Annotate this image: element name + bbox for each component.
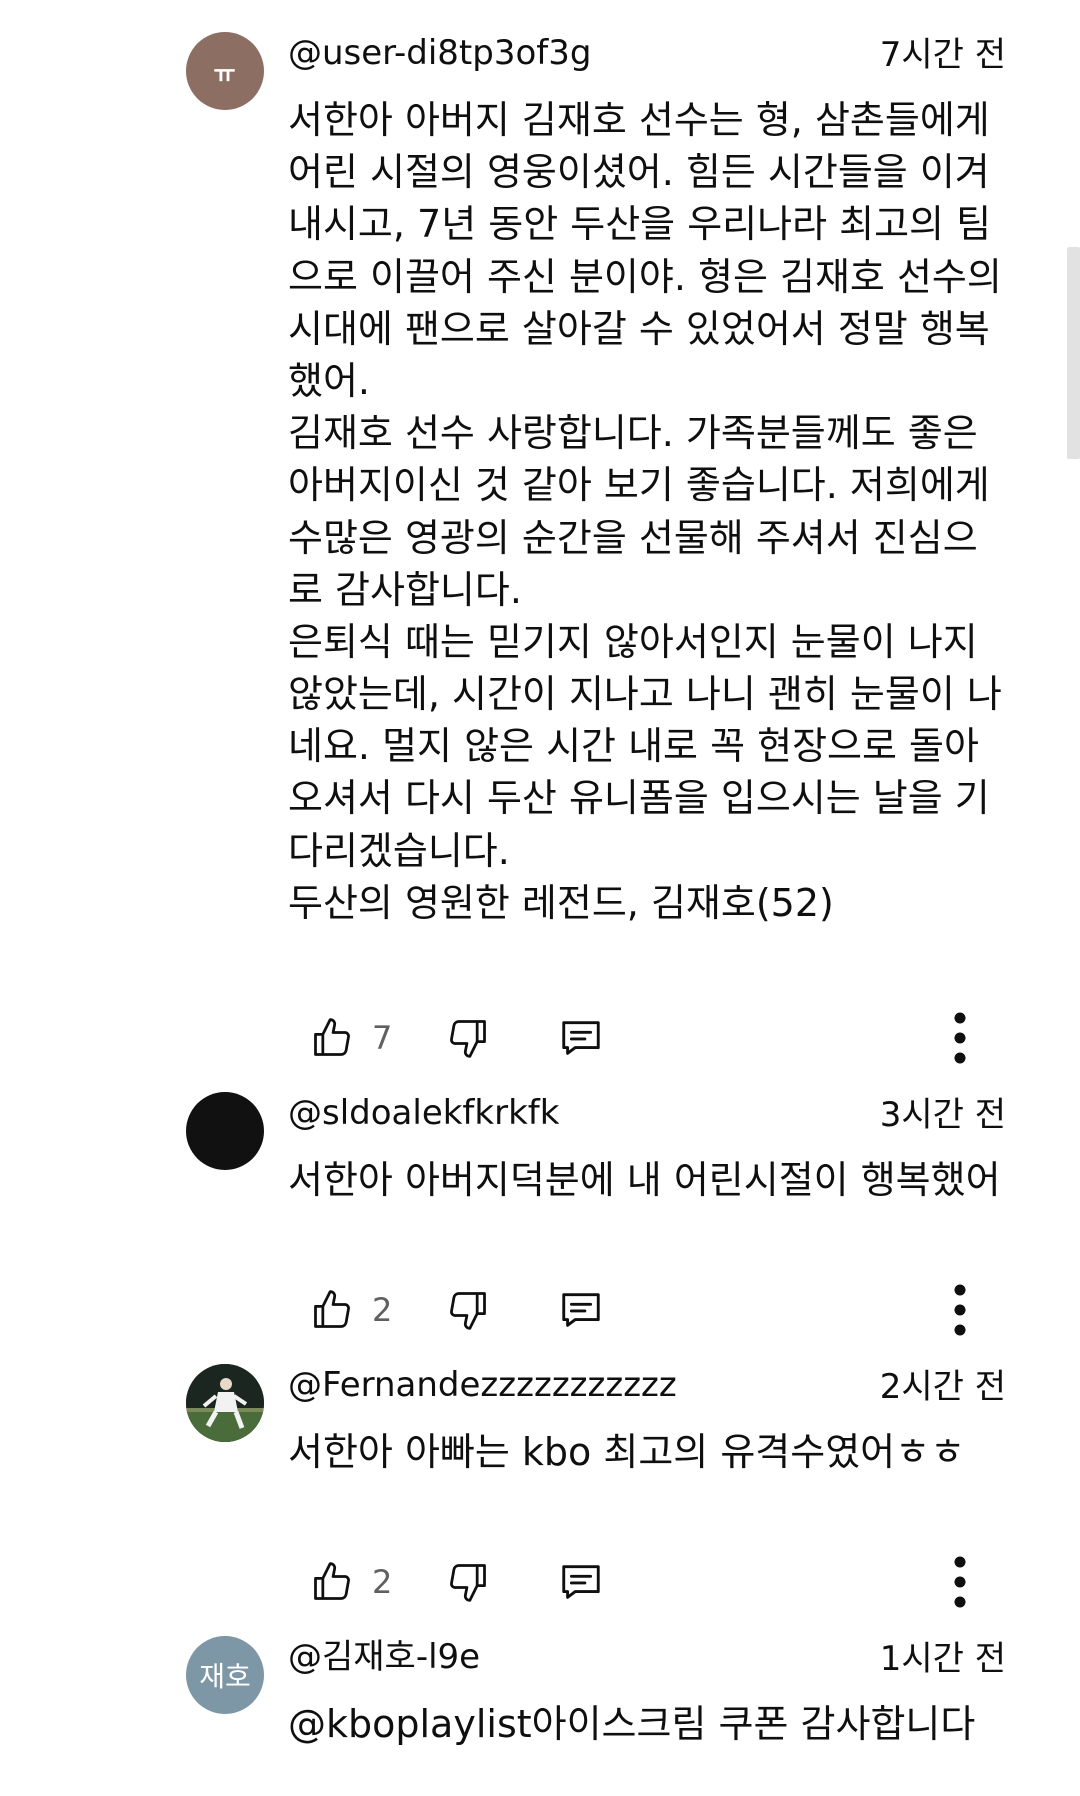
comment-text: 서한아 아버지덕분에 내 어린시절이 행복했어 <box>288 1154 1001 1206</box>
avatar[interactable]: ㅠ <box>186 32 264 110</box>
thumb-down-icon <box>446 1288 490 1332</box>
comment-line: 아버지이신 것 같아 보기 좋습니다. 저희에게 <box>288 463 990 508</box>
like-count: 2 <box>372 1291 393 1329</box>
comment-line: 않았는데, 시간이 지나고 나니 괜히 눈물이 나 <box>288 672 1002 717</box>
comment-line: 로 감사합니다. <box>288 567 522 612</box>
like-button[interactable]: 2 <box>310 1280 392 1340</box>
like-count: 2 <box>372 1563 393 1601</box>
more-vert-icon <box>940 1552 980 1612</box>
comment-line: 으로 이끌어 주신 분이야. 형은 김재호 선수의 <box>288 254 1002 299</box>
comment-line: 서한아 아빠는 kbo 최고의 유격수였어ㅎㅎ <box>288 1430 966 1474</box>
more-vert-icon <box>940 1008 980 1068</box>
avatar[interactable] <box>186 1364 264 1442</box>
comment-line: 시대에 팬으로 살아갈 수 있었어서 정말 행복 <box>288 306 990 351</box>
comment-text: 서한아 아빠는 kbo 최고의 유격수였어ㅎㅎ <box>288 1426 965 1478</box>
avatar-initials: 재호 <box>199 1660 251 1693</box>
comment-time: 1시간 전 <box>879 1639 1006 1679</box>
comment-line: 두산의 영원한 레전드, 김재호(52) <box>288 880 834 925</box>
comment-text: @kboplaylist아이스크림 쿠폰 감사합니다 <box>288 1698 975 1750</box>
reply-icon <box>558 1015 604 1061</box>
comment-line: 했어. <box>288 358 370 403</box>
comment-line: 다리겠습니다. <box>288 828 510 873</box>
like-button[interactable]: 2 <box>310 1552 392 1612</box>
dislike-button[interactable] <box>446 1280 490 1340</box>
comment-line: 서한아 아버지덕분에 내 어린시절이 행복했어 <box>288 1158 1001 1202</box>
comment-line: 김재호 선수 사랑합니다. 가족분들께도 좋은 <box>288 411 978 456</box>
comment-author[interactable]: @user-di8tp3of3g <box>288 32 591 74</box>
thumb-up-icon <box>310 1288 354 1332</box>
avatar[interactable] <box>186 1092 264 1170</box>
comment-line: 서한아 아버지 김재호 선수는 형, 삼촌들에게 <box>288 98 990 142</box>
comment-line: 수많은 영광의 순간을 선물해 주셔서 진심으 <box>288 515 978 560</box>
comment-line: 어린 시절의 영웅이셨어. 힘든 시간들을 이겨 <box>288 150 990 195</box>
thumb-up-icon <box>310 1016 354 1060</box>
thumb-down-icon <box>446 1016 490 1060</box>
like-count: 7 <box>372 1019 393 1057</box>
reply-button[interactable] <box>558 1008 604 1068</box>
comment-author[interactable]: @sldoalekfkrkfk <box>288 1092 559 1134</box>
avatar[interactable]: 재호 <box>186 1636 264 1714</box>
thumb-up-icon <box>310 1560 354 1604</box>
comment-time: 2시간 전 <box>879 1367 1006 1407</box>
thumb-down-icon <box>446 1560 490 1604</box>
avatar-initials: ㅠ <box>213 59 237 88</box>
reply-icon <box>558 1559 604 1605</box>
more-options-button[interactable] <box>940 1008 980 1068</box>
comment-actions: 2 <box>0 1552 1080 1612</box>
more-options-button[interactable] <box>940 1552 980 1612</box>
reply-button[interactable] <box>558 1280 604 1340</box>
dislike-button[interactable] <box>446 1008 490 1068</box>
comment-line: 은퇴식 때는 믿기지 않아서인지 눈물이 나지 <box>288 619 978 664</box>
comment-line: 오셔서 다시 두산 유니폼을 입으시는 날을 기 <box>288 776 990 821</box>
comment-time: 7시간 전 <box>879 35 1006 75</box>
comment-line: 내시고, 7년 동안 두산을 우리나라 최고의 팀 <box>288 202 992 247</box>
comment-time: 3시간 전 <box>879 1095 1006 1135</box>
reply-button[interactable] <box>558 1552 604 1612</box>
comment-line: @kboplaylist아이스크림 쿠폰 감사합니다 <box>288 1702 976 1746</box>
comment-author[interactable]: @김재호-l9e <box>288 1636 480 1678</box>
baseball-player-photo <box>186 1364 264 1442</box>
comment-actions: 2 <box>0 1280 1080 1340</box>
comment-text: 서한아 아버지 김재호 선수는 형, 삼촌들에게 어린 시절의 영웅이셨어. 힘… <box>288 94 1002 929</box>
more-vert-icon <box>940 1280 980 1340</box>
more-options-button[interactable] <box>940 1280 980 1340</box>
scrollbar[interactable] <box>1067 247 1080 459</box>
comment-author[interactable]: @Fernandezzzzzzzzzzz <box>288 1364 677 1406</box>
reply-icon <box>558 1287 604 1333</box>
dislike-button[interactable] <box>446 1552 490 1612</box>
comment-line: 네요. 멀지 않은 시간 내로 꼭 현장으로 돌아 <box>288 724 979 769</box>
like-button[interactable]: 7 <box>310 1008 392 1068</box>
comment-actions: 7 <box>0 1008 1080 1068</box>
